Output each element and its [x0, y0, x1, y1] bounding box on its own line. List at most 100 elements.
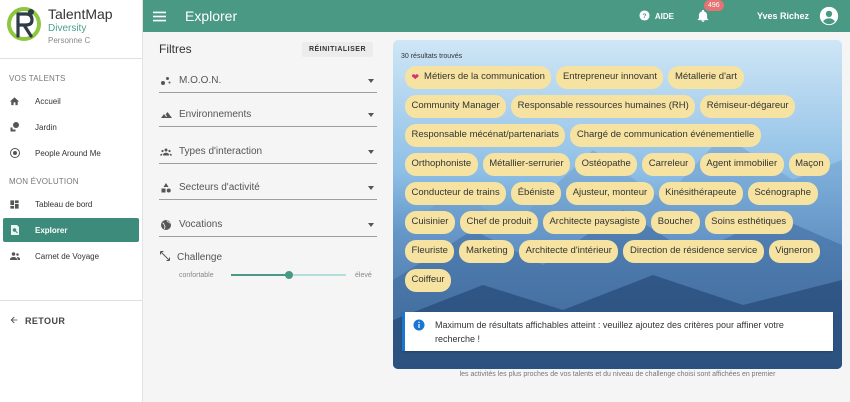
chevron-down-icon	[368, 222, 374, 227]
result-chip[interactable]: Rémiseur-dégareur	[700, 95, 796, 118]
result-chip[interactable]: Coiffeur	[405, 269, 452, 292]
filter-secteurs-activite-select[interactable]: Secteurs d'activité	[159, 176, 377, 200]
sidebar-item-accueil[interactable]: Accueil	[3, 89, 139, 113]
result-chip[interactable]: Maçon	[788, 153, 831, 176]
sidebar-item-tableau-de-bord[interactable]: Tableau de bord	[3, 192, 139, 216]
groups-icon	[159, 145, 173, 159]
landscape-icon	[159, 108, 173, 122]
slider-thumb[interactable]	[284, 271, 293, 279]
result-chip[interactable]: Boucher	[651, 211, 700, 234]
shapes-icon	[159, 74, 173, 88]
filter-moon-select[interactable]: M.O.O.N.	[159, 69, 377, 93]
radio-target-icon	[8, 147, 21, 160]
result-chip[interactable]: Direction de résidence service	[623, 240, 764, 263]
result-chip[interactable]: Métallier-serrurier	[482, 153, 571, 176]
bell-icon	[697, 9, 709, 22]
challenge-slider[interactable]	[231, 269, 346, 281]
chip-label: Ébéniste	[517, 187, 555, 198]
filter-label: Secteurs d'activité	[179, 182, 260, 193]
result-chip[interactable]: ❤ Métiers de la communication	[405, 66, 552, 89]
account-circle-icon	[819, 6, 839, 26]
result-chip[interactable]: Chef de produit	[459, 211, 538, 234]
sidebar-item-label: Carnet de Voyage	[35, 251, 100, 261]
filter-label: Vocations	[179, 219, 223, 230]
sidebar-item-jardin[interactable]: Jardin	[3, 115, 139, 139]
result-chip[interactable]: Responsable ressources humaines (RH)	[511, 95, 696, 118]
result-chip[interactable]: Conducteur de trains	[405, 182, 507, 205]
sidebar-item-carnet-de-voyage[interactable]: Carnet de Voyage	[3, 244, 139, 268]
sidebar-item-label: Accueil	[35, 96, 61, 106]
result-chip[interactable]: Architecte d'intérieur	[519, 240, 619, 263]
chip-label: Orthophoniste	[411, 158, 472, 169]
svg-text:?: ?	[642, 12, 646, 19]
result-chip[interactable]: Carreleur	[642, 153, 695, 176]
filter-label: Environnements	[179, 109, 252, 120]
sidebar-item-label: Explorer	[35, 225, 68, 235]
challenge-label: Challenge	[177, 252, 223, 263]
result-chip[interactable]: Ébéniste	[511, 182, 562, 205]
result-chip[interactable]: Cuisinier	[405, 211, 455, 234]
sidebar-item-people-around-me[interactable]: People Around Me	[3, 141, 139, 165]
chip-label: Kinésithérapeute	[665, 187, 737, 198]
result-chip[interactable]: Responsable mécénat/partenariats	[405, 124, 566, 147]
brand-user: Personne C	[48, 36, 91, 45]
chip-label: Carreleur	[648, 158, 689, 169]
sidebar: TalentMap Diversity Personne C VOS TALEN…	[0, 0, 143, 402]
result-chip[interactable]: Ajusteur, monteur	[566, 182, 654, 205]
chip-label: Soins esthétiques	[711, 216, 787, 227]
result-chip[interactable]: Kinésithérapeute	[658, 182, 743, 205]
result-chip[interactable]: Fleuriste	[405, 240, 455, 263]
sidebar-item-explorer[interactable]: Explorer	[3, 218, 139, 242]
section-label-mon-evolution: MON ÉVOLUTION	[9, 177, 79, 186]
notifications-button[interactable]: 496	[696, 0, 724, 23]
results-panel: 30 résultats trouvés ❤ Métiers de la comm…	[393, 40, 842, 369]
result-chip[interactable]: Ostéopathe	[575, 153, 638, 176]
account-avatar[interactable]	[819, 6, 839, 26]
filter-environnements-select[interactable]: Environnements	[159, 103, 377, 127]
menu-icon[interactable]	[153, 9, 167, 23]
chip-label: Chef de produit	[466, 216, 532, 227]
user-name[interactable]: Yves Richez	[757, 11, 809, 21]
filter-vocations-select[interactable]: Vocations	[159, 213, 377, 237]
result-chip[interactable]: Soins esthétiques	[704, 211, 793, 234]
brand-title: TalentMap	[48, 6, 113, 22]
heart-icon: ❤	[411, 72, 420, 82]
result-chip[interactable]: Agent immobilier	[699, 153, 784, 176]
result-chip[interactable]: Marketing	[459, 240, 515, 263]
chip-label: Maçon	[795, 158, 824, 169]
result-chip[interactable]: Métallerie d'art	[668, 66, 744, 89]
chevron-down-icon	[368, 185, 374, 190]
result-chip[interactable]: Orthophoniste	[405, 153, 478, 176]
filter-types-interaction-select[interactable]: Types d'interaction	[159, 140, 377, 164]
help-button[interactable]: ? AIDE	[639, 9, 674, 23]
results-chip-list: ❤ Métiers de la communication Entrepreneur…	[405, 66, 837, 292]
result-chip[interactable]: Entrepreneur innovant	[556, 66, 664, 89]
result-chip[interactable]: Scénographe	[747, 182, 818, 205]
chip-label: Architecte paysagiste	[549, 216, 640, 227]
challenge-max-label: élevé	[355, 271, 372, 279]
chip-label: Chargé de communication événementielle	[576, 129, 755, 140]
back-label: RETOUR	[25, 316, 66, 326]
page-title: Explorer	[185, 8, 238, 24]
challenge-min-label: confortable	[179, 271, 214, 279]
result-chip[interactable]: Architecte paysagiste	[542, 211, 647, 234]
result-chip[interactable]: Chargé de communication événementielle	[570, 124, 761, 147]
chevron-down-icon	[368, 78, 374, 83]
chip-label: Entrepreneur innovant	[562, 71, 657, 82]
help-label: AIDE	[654, 11, 674, 21]
reset-button[interactable]: RÉINITIALISER	[301, 41, 373, 57]
back-button[interactable]: RETOUR	[0, 301, 142, 341]
chip-label: Responsable ressources humaines (RH)	[517, 100, 689, 111]
chip-label: Architecte d'intérieur	[525, 245, 612, 256]
results-footnote: les activités les plus proches de vos ta…	[459, 371, 776, 378]
result-chip[interactable]: Community Manager	[405, 95, 507, 118]
chip-label: Vigneron	[775, 245, 814, 256]
result-chip[interactable]: Vigneron	[768, 240, 820, 263]
brand-subtitle: Diversity	[48, 23, 87, 34]
chip-label: Conducteur de trains	[411, 187, 500, 198]
top-app-bar: Explorer ? AIDE 496 Yves Richez	[143, 0, 850, 32]
sidebar-item-label: Tableau de bord	[35, 199, 93, 209]
chip-label: Coiffeur	[411, 274, 445, 285]
sidebar-item-label: Jardin	[35, 122, 57, 132]
chip-label: Ajusteur, monteur	[572, 187, 648, 198]
